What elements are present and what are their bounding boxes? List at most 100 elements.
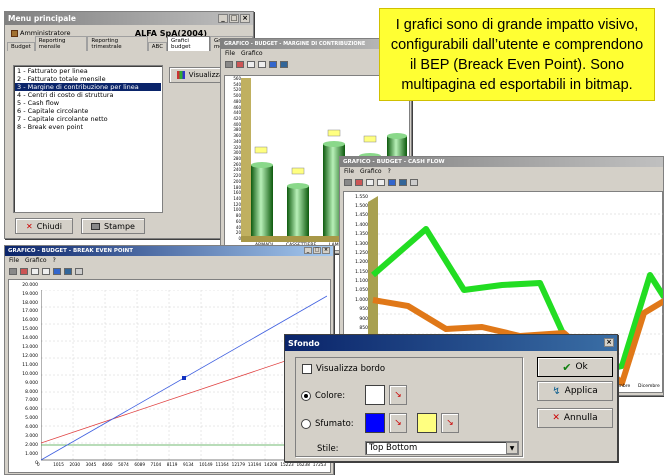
colore-picker-button[interactable]: ↘	[389, 385, 407, 405]
list-item[interactable]: 8 - Break even point	[15, 123, 161, 131]
tick-label: 7104	[150, 462, 162, 467]
bep-title: GRAFICO - BUDGET - BREAK EVEN POINT	[8, 248, 134, 254]
sfondo-titlebar[interactable]: Sfondo ×	[285, 335, 617, 351]
tick-label: 520	[233, 87, 241, 93]
menu-grafico[interactable]: Grafico	[241, 50, 263, 57]
tick-label: 900	[359, 316, 368, 322]
tab-reporting-trimestrale[interactable]: Reporting trimestrale	[87, 36, 148, 51]
sfumato-radio[interactable]: Sfumato:	[301, 419, 354, 429]
menu-grafico[interactable]: Grafico	[25, 257, 47, 264]
chiudi-button[interactable]: ✕ Chiudi	[15, 218, 73, 234]
maximize-icon[interactable]: □	[229, 14, 239, 23]
tab-grafici-budget[interactable]: Grafici budget	[167, 36, 210, 51]
next-icon[interactable]	[377, 178, 385, 186]
bep-titlebar[interactable]: GRAFICO - BUDGET - BREAK EVEN POINT _ □ ×	[5, 246, 333, 256]
tab-reporting-mensile[interactable]: Reporting mensile	[34, 36, 88, 51]
visualizza-bordo-checkbox[interactable]: Visualizza bordo	[302, 364, 385, 374]
printer-icon[interactable]	[344, 178, 352, 186]
tab-abc[interactable]: ABC	[147, 42, 168, 51]
tick-label: 19.000	[22, 291, 38, 297]
ok-button[interactable]: ✔ Ok	[537, 357, 613, 377]
data-label	[363, 135, 377, 143]
data-label	[254, 146, 268, 154]
menu-file[interactable]: File	[344, 168, 354, 175]
cashflow-titlebar[interactable]: GRAFICO - BUDGET - CASH FLOW	[340, 157, 663, 167]
minimize-icon[interactable]: _	[218, 14, 228, 23]
sfumato-picker-button-1[interactable]: ↘	[389, 413, 407, 433]
stile-select[interactable]: Top Bottom ▼	[365, 441, 519, 455]
printer-icon[interactable]	[9, 267, 17, 275]
colore-radio[interactable]: Colore:	[301, 391, 345, 401]
prev-icon[interactable]	[31, 267, 39, 275]
maximize-icon[interactable]: □	[313, 247, 321, 254]
tick-label: 8119	[166, 462, 178, 467]
menu-principale-titlebar[interactable]: Menu principale _ □ ×	[5, 12, 253, 25]
list-item[interactable]: 6 - Capitale circolante	[15, 107, 161, 115]
tick-label: 140	[233, 196, 241, 201]
cashflow-toolbar	[340, 176, 663, 188]
close-icon[interactable]: ×	[322, 247, 330, 254]
applica-button[interactable]: ↯ Applica	[537, 381, 613, 401]
prev-icon[interactable]	[247, 60, 255, 68]
printer-icon	[91, 222, 101, 230]
menu-help[interactable]: ?	[388, 168, 391, 175]
chart-type-icon[interactable]	[388, 178, 396, 186]
checkbox-box[interactable]	[302, 364, 312, 374]
list-item[interactable]: 1 - Fatturato per linea	[15, 67, 161, 75]
callout-text: I grafici sono di grande impatto visivo,…	[390, 16, 644, 93]
list-item[interactable]: 7 - Capitale circolante netto	[15, 115, 161, 123]
sfumato-swatch-1[interactable]	[365, 413, 385, 433]
settings-icon[interactable]	[399, 178, 407, 186]
list-item[interactable]: 2 - Fatturato totale mensile	[15, 75, 161, 83]
window-controls: _ □ ×	[218, 14, 250, 23]
radio-selected-icon[interactable]	[301, 391, 311, 401]
zoom-icon[interactable]	[75, 267, 83, 275]
tick-label: 340	[233, 138, 241, 144]
printer-icon[interactable]	[225, 60, 233, 68]
export-icon[interactable]	[355, 178, 363, 186]
settings-icon[interactable]	[64, 267, 72, 275]
stampe-button[interactable]: Stampe	[81, 218, 145, 234]
close-icon[interactable]: ×	[240, 14, 250, 23]
report-list[interactable]: 1 - Fatturato per linea 2 - Fatturato to…	[13, 65, 163, 213]
export-icon[interactable]	[20, 267, 28, 275]
tick-label: 8.000	[25, 389, 38, 395]
user-icon	[11, 29, 18, 37]
menu-grafico[interactable]: Grafico	[360, 168, 382, 175]
list-item-selected[interactable]: 3 - Margine di contribuzione per linea	[15, 83, 161, 91]
radio-icon[interactable]	[301, 419, 311, 429]
tick-label: 11.000	[22, 362, 38, 368]
sfumato-picker-button-2[interactable]: ↘	[441, 413, 459, 433]
chart-type-icon[interactable]	[53, 267, 61, 275]
paint-brush-icon: ↘	[394, 390, 402, 400]
prev-icon[interactable]	[366, 178, 374, 186]
annulla-button[interactable]: ✕ Annulla	[537, 408, 613, 428]
stampe-label: Stampe	[104, 221, 135, 231]
tick-label: 2.000	[25, 442, 38, 448]
next-icon[interactable]	[258, 60, 266, 68]
cashflow-title: GRAFICO - BUDGET - CASH FLOW	[343, 159, 445, 165]
tick-label: 3.000	[25, 434, 38, 440]
sfondo-title: Sfondo	[288, 338, 320, 348]
settings-icon[interactable]	[280, 60, 288, 68]
tick-label: 160	[233, 190, 241, 196]
data-label	[327, 129, 341, 137]
sfumato-swatch-2[interactable]	[417, 413, 437, 433]
next-icon[interactable]	[42, 267, 50, 275]
minimize-icon[interactable]: _	[304, 247, 312, 254]
list-item[interactable]: 5 - Cash flow	[15, 99, 161, 107]
menu-help[interactable]: ?	[53, 257, 56, 264]
zoom-icon[interactable]	[410, 178, 418, 186]
tab-budget[interactable]: Budget	[7, 42, 35, 51]
chevron-down-icon[interactable]: ▼	[506, 442, 518, 454]
list-item[interactable]: 4 - Centri di costo di struttura	[15, 91, 161, 99]
menu-file[interactable]: File	[225, 50, 235, 57]
tick-label: 1.300	[355, 241, 368, 247]
x-label-dicembre: Dicembre	[638, 384, 660, 389]
chart-type-icon[interactable]	[269, 60, 277, 68]
menu-file[interactable]: File	[9, 257, 19, 264]
close-icon[interactable]: ×	[604, 338, 614, 347]
export-icon[interactable]	[236, 60, 244, 68]
sfondo-dialog: Sfondo × Visualizza bordo Colore: ↘ Sfum…	[284, 334, 618, 462]
colore-swatch[interactable]	[365, 385, 385, 405]
